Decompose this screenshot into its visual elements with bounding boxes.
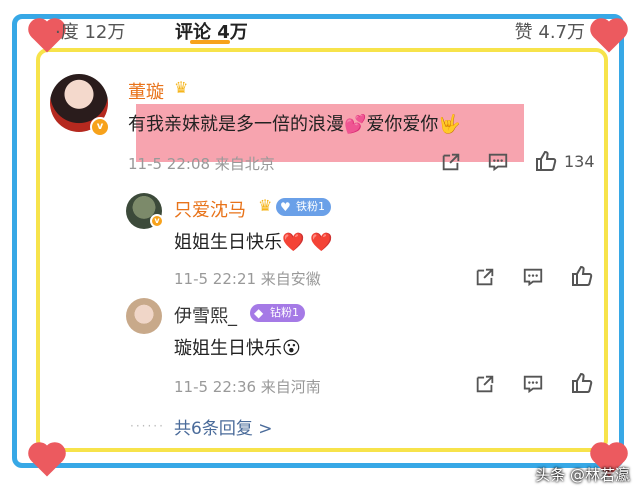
diamond-icon: ◆ [254, 306, 264, 320]
heart-icon [31, 445, 63, 477]
like-count: 134 [564, 152, 595, 171]
reply-name[interactable]: 只爱沈马 [174, 196, 246, 222]
thumbs-up-icon[interactable] [570, 371, 594, 395]
comment-meta: 11-5 22:08 来自北京 [128, 155, 275, 173]
share-icon[interactable] [474, 373, 496, 395]
comment-icon[interactable] [522, 266, 544, 288]
reply-divider-dots: ······ [130, 419, 165, 433]
reply-meta: 11-5 22:21 来自安徽 [174, 270, 321, 288]
crown-icon: ♛ [174, 78, 189, 97]
reply-name[interactable]: 伊雪熙_ [174, 302, 237, 328]
fan-badge-label: 铁粉1 [296, 200, 325, 213]
share-icon[interactable] [474, 266, 496, 288]
share-icon[interactable] [440, 151, 462, 173]
fan-badge-icon: ♥ [280, 200, 291, 214]
thumbs-up-icon[interactable] [534, 149, 558, 173]
watermark: 头条 @林若瀛 [535, 466, 630, 484]
active-tab-indicator [190, 40, 230, 44]
fan-badge: ♥ 铁粉1 [276, 198, 331, 216]
commenter-name[interactable]: 董璇 [128, 78, 164, 104]
comment-icon[interactable] [487, 151, 509, 173]
comment-tabs: ·度 12万 评论 4万 赞 4.7万 [55, 18, 585, 42]
reply-text: 璇姐生日快乐😮 [174, 338, 301, 359]
comment-text: 有我亲妹就是多一倍的浪漫💕爱你爱你🤟 [128, 114, 461, 135]
fan-badge-label: 钻粉1 [270, 306, 299, 319]
tab-reposts[interactable]: ·度 12万 [55, 18, 125, 42]
more-replies-link[interactable]: 共6条回复 > [174, 414, 272, 439]
comment-icon[interactable] [522, 373, 544, 395]
verified-badge-icon: v [90, 117, 110, 137]
avatar[interactable] [126, 298, 162, 334]
crown-icon: ♛ [258, 196, 273, 215]
reply-meta: 11-5 22:36 来自河南 [174, 378, 321, 396]
reply-text: 姐姐生日快乐❤️ ❤️ [174, 232, 333, 253]
tab-likes[interactable]: 赞 4.7万 [515, 18, 585, 42]
fan-badge: ◆ 钻粉1 [250, 304, 305, 322]
thumbs-up-icon[interactable] [570, 264, 594, 288]
verified-badge-icon: v [150, 214, 164, 228]
tab-comments[interactable]: 评论 4万 [175, 18, 248, 42]
